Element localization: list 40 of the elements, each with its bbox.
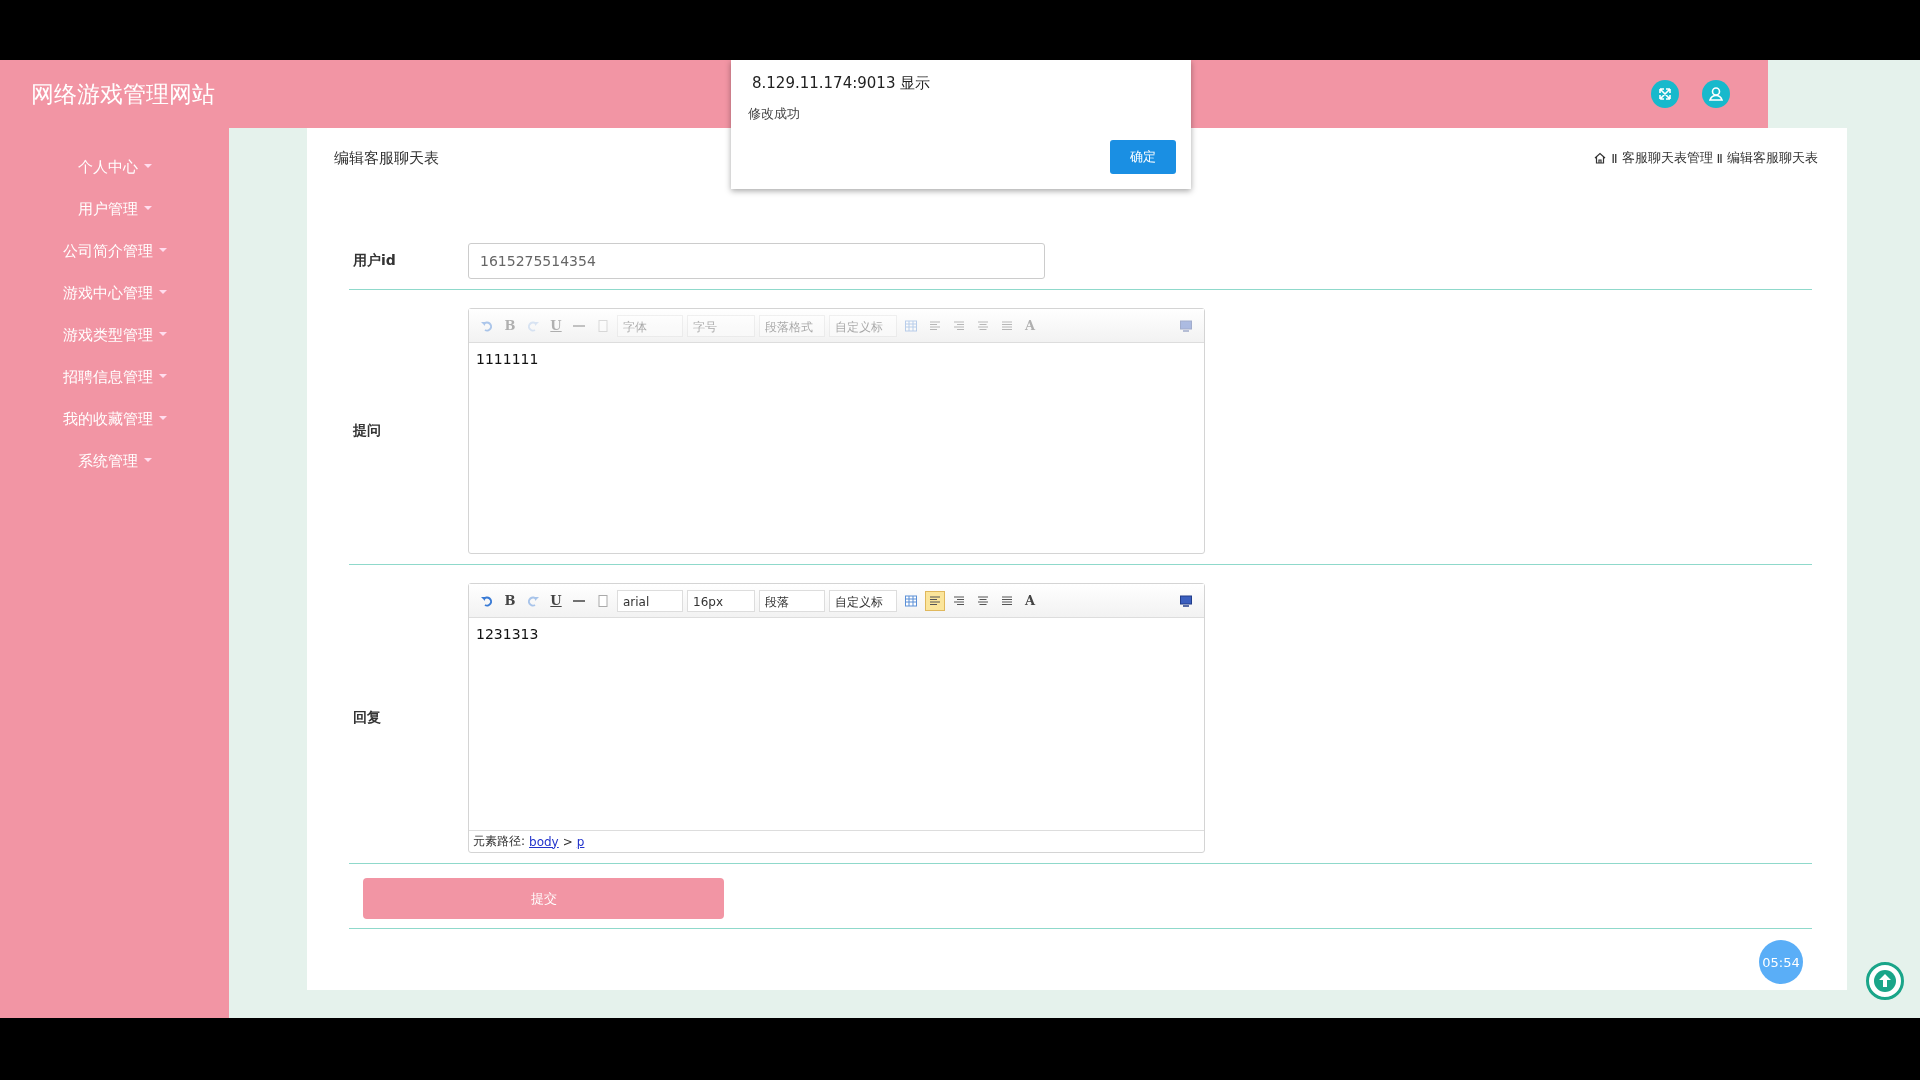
breadcrumb-separator: Ⅱ (1611, 150, 1618, 166)
element-path-label: 元素路径: (473, 833, 526, 850)
dialog-message: 修改成功 (748, 105, 801, 123)
path-link[interactable]: body (529, 834, 559, 849)
font-color-button[interactable]: A (1021, 593, 1039, 608)
align-left-icon[interactable] (925, 590, 945, 611)
home-icon[interactable] (1593, 151, 1608, 165)
path-separator: > (562, 834, 573, 849)
fullscreen-icon[interactable] (1651, 80, 1679, 108)
dialog-title: 8.129.11.174:9013 显示 (752, 74, 932, 93)
user-icon[interactable] (1702, 80, 1730, 108)
scroll-to-top-icon[interactable] (1865, 961, 1905, 1001)
bold-button[interactable]: B (501, 593, 519, 608)
toolbar-dropdown[interactable]: 段落 (759, 589, 825, 612)
breadcrumb-item[interactable]: 编辑客服聊天表 (1727, 149, 1818, 167)
page-title: 编辑客服聊天表 (334, 148, 439, 168)
field-label: 回复 (353, 709, 382, 727)
user-id-field[interactable]: 1615275514354 (468, 243, 1045, 279)
sidebar-item[interactable]: 个人中心 (77, 154, 152, 196)
sidebar-item[interactable]: 我的收藏管理 (62, 406, 167, 448)
site-title: 网络游戏管理网站 (31, 79, 215, 109)
field-label: 提问 (353, 422, 382, 440)
sidebar-item[interactable]: 用户管理 (77, 196, 152, 238)
underline-button[interactable]: U (547, 593, 565, 608)
toolbar-dropdown[interactable]: 自定义标 (829, 589, 897, 612)
sidebar-item[interactable]: 公司简介管理 (62, 238, 167, 280)
field-label: 用户id (353, 252, 397, 270)
toolbar-dropdown[interactable]: arial (617, 589, 683, 612)
sidebar-item[interactable]: 招聘信息管理 (62, 364, 167, 406)
editor-content: 1231313 (476, 626, 539, 642)
ok-button[interactable]: 确定 (1110, 140, 1176, 174)
breadcrumb-item[interactable]: 客服聊天表管理 (1621, 149, 1713, 167)
sidebar-item[interactable]: 系统管理 (77, 448, 152, 490)
editor-content: 1111111 (476, 351, 539, 367)
toolbar-dropdown[interactable]: 16px (687, 589, 755, 612)
sidebar-item[interactable]: 游戏中心管理 (62, 280, 167, 322)
submit-button[interactable]: 提交 (363, 878, 724, 919)
breadcrumb-separator: Ⅱ (1716, 150, 1723, 166)
path-link[interactable]: p (576, 834, 585, 849)
sidebar-item[interactable]: 游戏类型管理 (62, 322, 167, 364)
